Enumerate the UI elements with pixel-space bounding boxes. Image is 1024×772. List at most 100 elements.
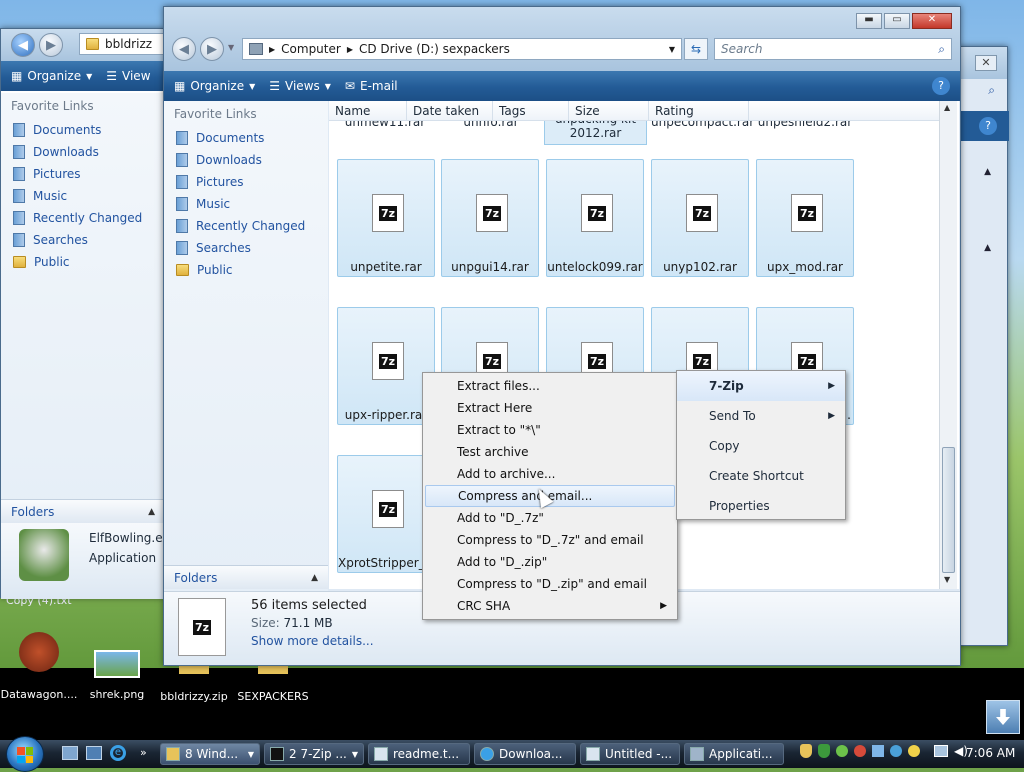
recent-pages-dropdown[interactable]: ▼ <box>228 43 234 52</box>
column-date-taken[interactable]: Date taken <box>407 101 493 120</box>
nav-link-public[interactable]: Public <box>1 251 165 273</box>
column-rating[interactable]: Rating <box>649 101 749 120</box>
nav-link-music[interactable]: Music <box>164 193 328 215</box>
help-icon[interactable]: ? <box>979 117 997 135</box>
organize-button[interactable]: ▦ Organize ▼ <box>174 79 255 93</box>
background-explorer-window[interactable]: ◀ ▶ bbldrizz ▦ Organize ▼ ☰ View Favorite L… <box>0 28 170 599</box>
back-button[interactable]: ◀ <box>11 33 35 57</box>
chevron-down-icon[interactable]: ▼ <box>669 45 675 54</box>
menu-item-extract-here[interactable]: Extract Here <box>423 397 677 419</box>
file-label[interactable]: unpacking kit 2012.rar <box>544 121 647 145</box>
nav-link-pictures[interactable]: Pictures <box>1 163 165 185</box>
menu-item-copy[interactable]: Copy <box>677 431 845 461</box>
nav-link-downloads[interactable]: Downloads <box>1 141 165 163</box>
close-icon[interactable]: ✕ <box>975 55 997 71</box>
file-tile[interactable]: 7z unpgui14.rar <box>441 159 539 277</box>
menu-item-properties[interactable]: Properties <box>677 491 845 521</box>
show-more-details-link[interactable]: Show more details... <box>251 634 374 648</box>
tray-app-icon[interactable] <box>908 745 920 757</box>
start-button[interactable] <box>6 736 44 772</box>
taskbar-button-application[interactable]: Applicati... <box>684 743 784 765</box>
email-button[interactable]: ✉ E-mail <box>345 79 398 93</box>
file-label[interactable]: unpecompact.rar <box>651 121 754 129</box>
taskbar-button-windows[interactable]: 8 Wind... ▼ <box>160 743 260 765</box>
views-button[interactable]: ☰ View <box>106 69 150 83</box>
maximize-button[interactable]: ▭ <box>884 13 910 29</box>
quicklaunch-ie-icon[interactable]: e <box>110 745 126 761</box>
nav-link-pictures[interactable]: Pictures <box>164 171 328 193</box>
file-label[interactable]: unnfo.rar <box>441 121 541 129</box>
show-desktop-button[interactable] <box>986 700 1020 734</box>
back-button[interactable]: ◀ <box>172 37 196 61</box>
desktop-icon-bbldrizzy[interactable]: bbldrizzy.zip <box>158 660 230 703</box>
desktop-icon-datawagon[interactable]: Datawagon.... <box>0 632 78 701</box>
menu-item-7zip[interactable]: 7-Zip ▶ <box>677 371 845 401</box>
nav-link-music[interactable]: Music <box>1 185 165 207</box>
file-tile[interactable]: 7z untelock099.rar <box>546 159 644 277</box>
clock[interactable]: 7:06 AM <box>966 746 1015 760</box>
forward-button[interactable]: ▶ <box>39 33 63 57</box>
views-button[interactable]: ☰ Views ▼ <box>269 79 331 93</box>
file-label[interactable]: unmew11.rar <box>335 121 435 129</box>
security-icon[interactable] <box>818 744 830 758</box>
menu-item-compress-7z-email[interactable]: Compress to "D_.7z" and email <box>423 529 677 551</box>
file-tile[interactable]: 7z XprotStripper_1. <box>337 455 435 573</box>
nav-link-recently-changed[interactable]: Recently Changed <box>1 207 165 229</box>
close-button[interactable]: ✕ <box>912 13 952 29</box>
scrollbar-thumb[interactable] <box>942 447 955 573</box>
organize-button[interactable]: ▦ Organize ▼ <box>11 69 92 83</box>
refresh-button[interactable]: ⇆ <box>684 38 708 60</box>
breadcrumb-drive[interactable]: CD Drive (D:) sexpackers <box>359 42 510 56</box>
search-icon[interactable]: ⌕ <box>988 83 995 98</box>
taskbar-button-untitled[interactable]: Untitled -... <box>580 743 680 765</box>
quicklaunch-chevron-icon[interactable]: » <box>140 746 147 759</box>
menu-item-send-to[interactable]: Send To ▶ <box>677 401 845 431</box>
nav-link-downloads[interactable]: Downloads <box>164 149 328 171</box>
column-size[interactable]: Size <box>569 101 649 120</box>
address-bar[interactable]: ▶ Computer ▶ CD Drive (D:) sexpackers ▼ <box>242 38 682 60</box>
menu-item-add-to-zip[interactable]: Add to "D_.zip" <box>423 551 677 573</box>
quicklaunch-switch-icon[interactable] <box>86 746 102 760</box>
menu-item-add-to-7z[interactable]: Add to "D_.7z" <box>423 507 677 529</box>
taskbar-button-readme[interactable]: readme.t... <box>368 743 470 765</box>
back-address-bar[interactable]: bbldrizz <box>79 33 169 55</box>
taskbar-button-7zip[interactable]: 2 7-Zip ... ▼ <box>264 743 364 765</box>
nav-link-searches[interactable]: Searches <box>164 237 328 259</box>
right-background-window[interactable]: ✕ ⌕ ? ▲ ▲ <box>958 46 1009 646</box>
nav-link-documents[interactable]: Documents <box>164 127 328 149</box>
menu-item-extract-to[interactable]: Extract to "*\" <box>423 419 677 441</box>
nav-link-recently-changed[interactable]: Recently Changed <box>164 215 328 237</box>
tray-app-icon[interactable] <box>872 745 884 757</box>
back-folders-toggle[interactable]: Folders ▲ <box>1 499 165 523</box>
file-tile[interactable]: 7z unpetite.rar <box>337 159 435 277</box>
help-icon[interactable]: ? <box>932 77 950 95</box>
menu-item-compress-zip-email[interactable]: Compress to "D_.zip" and email <box>423 573 677 595</box>
quicklaunch-desktop-icon[interactable] <box>62 746 78 760</box>
tray-app-icon[interactable] <box>854 745 866 757</box>
scroll-down-arrow[interactable]: ▼ <box>944 575 950 584</box>
column-tags[interactable]: Tags <box>493 101 569 120</box>
menu-item-crc-sha[interactable]: CRC SHA ▶ <box>423 595 677 617</box>
nav-link-public[interactable]: Public <box>164 259 328 281</box>
chevron-up-icon[interactable]: ▲ <box>984 167 991 177</box>
taskbar-button-downloads[interactable]: Downloa... <box>474 743 576 765</box>
tray-app-icon[interactable] <box>890 745 902 757</box>
desktop-icon-shrek[interactable]: shrek.png <box>82 650 152 701</box>
search-icon[interactable]: ⌕ <box>938 42 945 57</box>
chevron-up-icon[interactable]: ▲ <box>984 243 991 253</box>
shield-icon[interactable] <box>800 744 812 758</box>
file-label[interactable]: unpeshield2.rar <box>755 121 855 129</box>
search-input[interactable]: Search ⌕ <box>714 38 952 60</box>
breadcrumb-computer[interactable]: Computer <box>281 42 341 56</box>
nav-link-documents[interactable]: Documents <box>1 119 165 141</box>
menu-item-test-archive[interactable]: Test archive <box>423 441 677 463</box>
file-tile[interactable]: 7z upx-ripper.rar <box>337 307 435 425</box>
forward-button[interactable]: ▶ <box>200 37 224 61</box>
scroll-up-arrow[interactable]: ▲ <box>944 103 950 112</box>
folders-toggle[interactable]: Folders ▲ <box>164 565 328 589</box>
menu-item-add-to-archive[interactable]: Add to archive... <box>423 463 677 485</box>
nav-link-searches[interactable]: Searches <box>1 229 165 251</box>
file-tile[interactable]: 7z upx_mod.rar <box>756 159 854 277</box>
tray-app-icon[interactable] <box>836 745 848 757</box>
network-icon[interactable] <box>934 745 948 757</box>
